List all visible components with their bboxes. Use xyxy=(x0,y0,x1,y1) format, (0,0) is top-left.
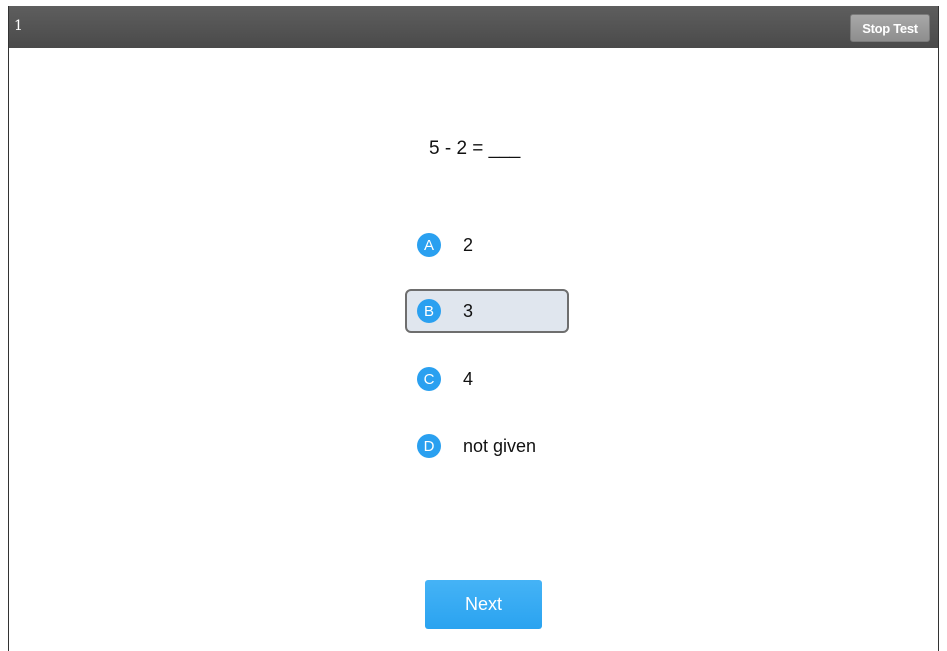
option-b[interactable]: B 3 xyxy=(405,289,569,333)
next-button[interactable]: Next xyxy=(425,580,542,629)
test-window: 1 Stop Test 5 - 2 = ___ A 2 B 3 C 4 D no… xyxy=(8,6,939,651)
option-a[interactable]: A 2 xyxy=(405,223,569,267)
option-d[interactable]: D not given xyxy=(405,424,569,468)
question-text: 5 - 2 = ___ xyxy=(429,138,521,159)
option-a-badge: A xyxy=(417,233,441,257)
top-bar: 1 Stop Test xyxy=(9,6,938,48)
option-b-text: 3 xyxy=(463,300,474,321)
option-d-text: not given xyxy=(463,435,537,456)
option-b-badge: B xyxy=(417,299,441,323)
option-d-badge: D xyxy=(417,434,441,458)
option-a-text: 2 xyxy=(463,234,474,255)
stop-test-button[interactable]: Stop Test xyxy=(850,14,930,42)
option-c-text: 4 xyxy=(463,368,474,389)
option-c-badge: C xyxy=(417,367,441,391)
question-number: 1 xyxy=(14,18,23,34)
option-c[interactable]: C 4 xyxy=(405,357,569,401)
